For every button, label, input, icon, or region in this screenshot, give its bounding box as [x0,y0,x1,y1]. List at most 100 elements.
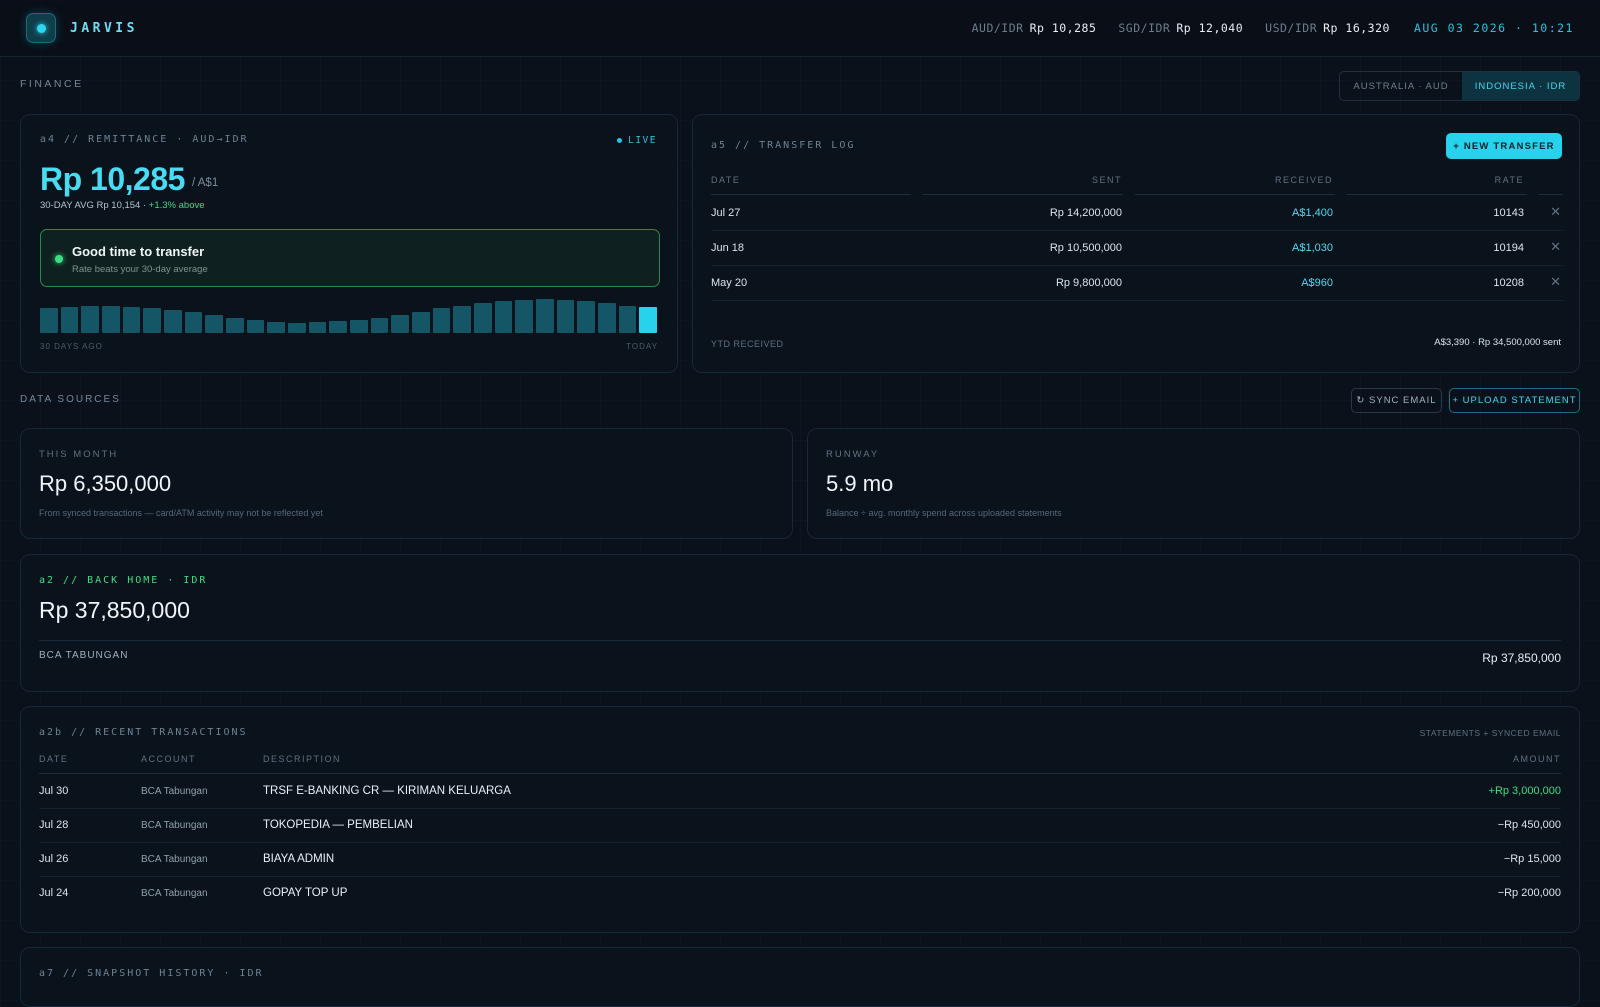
transfer-rate: 10194 [1493,242,1524,254]
rate-history-bars [40,299,660,333]
rate-bar [288,322,306,333]
account-name: BCA TABUNGAN [39,650,129,661]
rate-label: SGD/IDR [1118,21,1171,35]
header-divider [923,194,1123,195]
rate-bar [226,318,244,333]
rate-bar [184,312,203,333]
rate-bar [122,307,141,333]
transfer-sent: Rp 10,500,000 [1049,242,1122,254]
brand-name: JARVIS [70,20,138,36]
rate-bar [494,301,513,333]
region-option-australia[interactable]: AUSTRALIA · AUD [1340,72,1462,100]
column-header-sent: SENT [1091,175,1122,185]
column-header-amount: AMOUNT [1513,754,1561,764]
remittance-card: a4 // REMITTANCE · AUD→IDR LIVE Rp 10,28… [20,114,678,373]
transfer-log-title: a5 // TRANSFER LOG [711,140,856,151]
rate-bar [432,308,451,333]
ytd-label: YTD RECEIVED [711,339,784,349]
rate-bar [474,303,492,333]
header-divider [1347,194,1527,195]
average-rate-delta: +1.3% above [148,200,205,211]
rate-bar [391,315,409,333]
transaction-account: BCA Tabungan [141,854,208,865]
logo-icon [26,13,56,43]
column-header-date: DATE [711,175,741,185]
transaction-description: TRSF E-BANKING CR — KIRIMAN KELUARGA [263,785,511,797]
header-divider [1135,194,1335,195]
transaction-date: Jul 30 [39,785,69,797]
history-end-label: TODAY [626,342,658,351]
transaction-date: Jul 26 [39,853,69,865]
clock: AUG 03 2026 · 10:21 [1413,21,1574,35]
transaction-amount: −Rp 15,000 [1503,853,1561,865]
runway-value: 5.9 mo [826,471,894,496]
transfer-date: Jun 18 [711,242,745,254]
rate-bar [370,318,389,333]
row-divider [39,842,1561,843]
new-transfer-button[interactable]: + NEW TRANSFER [1446,133,1562,159]
signal-dot-icon [55,255,63,263]
rate-bar [329,321,347,333]
rate-bar [618,305,637,333]
region-option-indonesia[interactable]: INDONESIA · IDR [1462,72,1579,100]
header-divider [39,773,1561,774]
rate-bar [246,320,265,333]
current-rate: Rp 10,285 [40,161,185,197]
transaction-account: BCA Tabungan [141,820,208,831]
remove-transfer-icon[interactable]: ✕ [1550,239,1561,255]
live-dot-icon [617,138,623,143]
upload-statement-button[interactable]: + UPLOAD STATEMENT [1449,388,1580,413]
runway-label: RUNWAY [826,449,880,460]
transaction-description: GOPAY TOP UP [263,887,348,899]
rate-value: Rp 16,320 [1323,21,1390,35]
recent-transactions-card: a2b // RECENT TRANSACTIONS STATEMENTS + … [20,706,1580,933]
remove-transfer-icon[interactable]: ✕ [1550,204,1561,220]
rate-bar [102,306,120,333]
transactions-source: STATEMENTS + SYNCED EMAIL [1419,728,1561,738]
transfer-received: A$960 [1301,277,1333,289]
rate-bar [453,305,471,333]
column-header-received: RECEIVED [1274,175,1333,185]
rate-value: Rp 10,285 [1029,21,1097,35]
rate-aud-idr: AUD/IDR Rp 10,285 [972,21,1097,35]
rate-value: Rp 12,040 [1176,21,1244,35]
transaction-amount: +Rp 3,000,000 [1488,785,1561,797]
transfer-signal: Good time to transfer Rate beats your 30… [40,229,660,287]
rate-bar [164,310,182,333]
rate-bar [515,299,533,333]
column-header-date: DATE [39,754,69,764]
average-rate: 30-DAY AVG Rp 10,154 · +1.3% above [40,200,205,211]
back-home-total: Rp 37,850,000 [39,597,190,623]
transaction-account: BCA Tabungan [141,888,208,899]
signal-title: Good time to transfer [72,244,205,259]
rate-bar [412,311,430,333]
column-header-account: ACCOUNT [141,754,196,764]
rate-usd-idr: USD/IDR Rp 16,320 [1265,21,1390,35]
rate-bar [81,306,99,333]
data-sources-label: DATA SOURCES [20,394,121,405]
sync-email-button[interactable]: ↻ SYNC EMAIL [1351,388,1442,413]
rate-bar [40,308,58,333]
transaction-date: Jul 28 [39,819,69,831]
signal-subtitle: Rate beats your 30-day average [72,264,208,275]
column-header-rate: RATE [1494,175,1524,185]
this-month-card: THIS MONTH Rp 6,350,000 From synced tran… [20,428,793,539]
region-toggle: AUSTRALIA · AUD INDONESIA · IDR [1339,71,1580,101]
rate-bar [143,308,161,333]
row-divider [39,808,1561,809]
this-month-label: THIS MONTH [39,449,119,460]
transaction-date: Jul 24 [39,887,69,899]
rate-label: USD/IDR [1265,21,1318,35]
recent-transactions-title: a2b // RECENT TRANSACTIONS [39,727,248,738]
ytd-value: A$3,390 · Rp 34,500,000 sent [1434,337,1561,348]
rate-bar [205,315,223,333]
logo-dot [36,23,46,33]
transfer-rate: 10143 [1493,207,1524,219]
transfer-log-card: a5 // TRANSFER LOG + NEW TRANSFER DATE S… [692,114,1580,373]
history-start-label: 30 DAYS AGO [40,342,103,351]
rate-bar [267,322,285,333]
row-divider [711,265,1563,266]
remove-transfer-icon[interactable]: ✕ [1550,274,1561,290]
transfer-received: A$1,030 [1292,242,1333,254]
remittance-title: a4 // REMITTANCE · AUD→IDR [40,134,249,145]
